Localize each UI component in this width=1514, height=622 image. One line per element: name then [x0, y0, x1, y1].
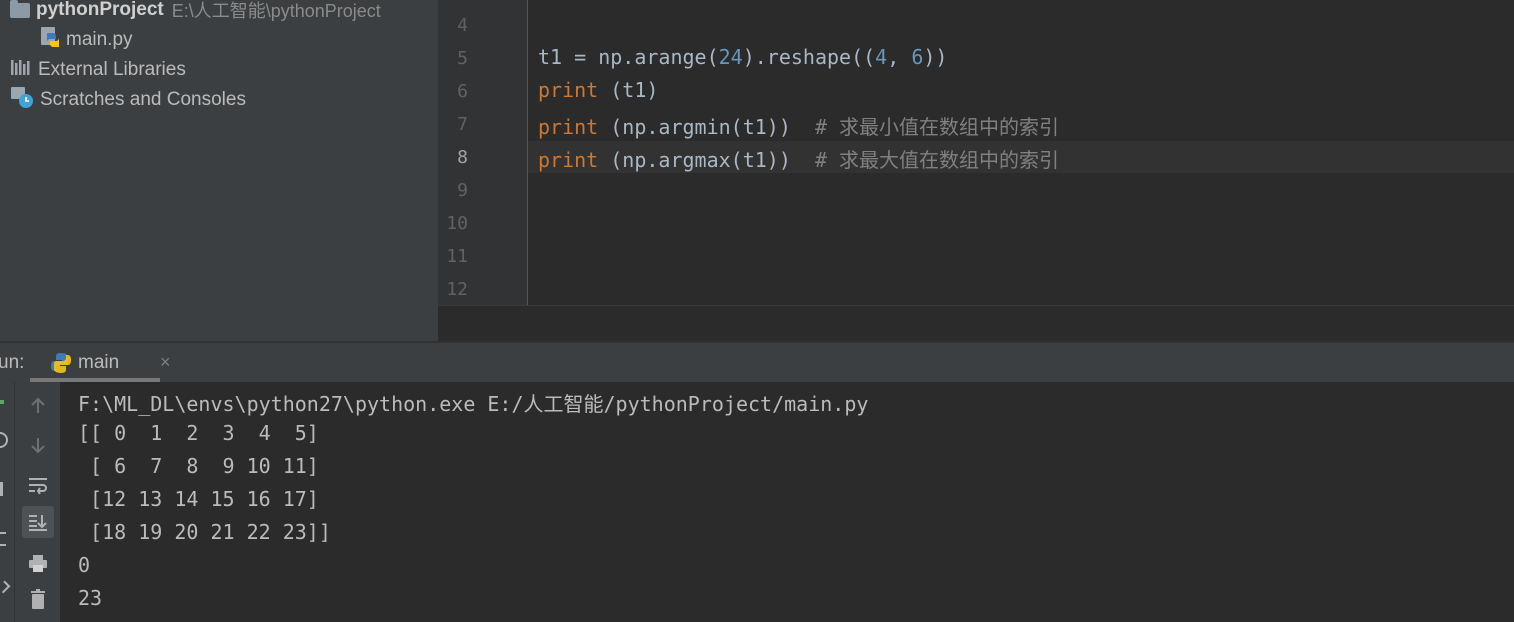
console-line: [18 19 20 21 22 23]] [78, 520, 331, 544]
line-number: 11 [446, 246, 468, 267]
line-number: 4 [457, 15, 468, 36]
code-comment: # 求最大值在数组中的索引 [814, 148, 1060, 172]
line-number: 6 [457, 81, 468, 102]
console-output[interactable]: F:\ML_DL\envs\python27\python.exe E:/人工智… [60, 382, 1514, 622]
code-editor[interactable]: 4 5 6 7 8 9 10 11 12 t1 = np.arange(24).… [438, 0, 1514, 305]
run-tab-label: main [78, 352, 120, 373]
run-tool-header: un: main × [0, 343, 1514, 383]
line-number: 5 [457, 48, 468, 69]
tree-item-label: Scratches and Consoles [40, 89, 246, 110]
code-comment: # 求最小值在数组中的索引 [814, 115, 1060, 139]
scratches-icon [10, 85, 34, 115]
code-line-7[interactable]: print (np.argmin(t1)) # 求最小值在数组中的索引 [538, 111, 1059, 140]
soft-wrap-icon[interactable] [22, 469, 54, 501]
tree-item-external-libraries[interactable]: External Libraries [10, 56, 186, 84]
console-line: 23 [78, 586, 103, 610]
console-line: [[ 0 1 2 3 4 5] [78, 421, 319, 445]
tree-root-row[interactable]: pythonProject E:\人工智能\pythonProject [10, 0, 381, 24]
print-icon[interactable] [22, 547, 54, 579]
pin-icon[interactable] [0, 580, 11, 594]
run-side-strip [0, 382, 15, 622]
down-arrow-icon[interactable] [22, 429, 54, 461]
line-number: 7 [457, 114, 468, 135]
code-line-6[interactable]: print (t1) [538, 78, 658, 102]
tree-item-label: main.py [66, 29, 133, 50]
editor-bottom-area [438, 305, 1514, 342]
trash-icon[interactable] [22, 583, 54, 615]
stop-icon[interactable] [0, 482, 3, 496]
console-line: [12 13 14 15 16 17] [78, 487, 319, 511]
libraries-icon [10, 58, 32, 82]
close-icon[interactable]: × [160, 352, 171, 373]
python-file-icon [40, 26, 60, 54]
run-tab-main[interactable]: main × [30, 343, 171, 382]
console-line: 0 [78, 553, 91, 577]
tree-item-scratches[interactable]: Scratches and Consoles [10, 86, 246, 114]
run-label: un: [0, 352, 25, 373]
scroll-to-end-icon[interactable] [22, 506, 54, 538]
code-line-8[interactable]: print (np.argmax(t1)) # 求最大值在数组中的索引 [538, 144, 1059, 173]
python-icon [50, 352, 72, 379]
layout-icon[interactable] [0, 532, 6, 546]
line-number: 10 [446, 213, 468, 234]
line-number: 12 [446, 279, 468, 300]
console-line: F:\ML_DL\envs\python27\python.exe E:/人工智… [78, 392, 869, 416]
project-path: E:\人工智能\pythonProject [171, 1, 381, 21]
line-number-current: 8 [457, 147, 468, 168]
project-name: pythonProject [36, 0, 164, 20]
up-arrow-icon[interactable] [22, 390, 54, 422]
tree-item-main-py[interactable]: main.py [40, 26, 133, 54]
run-status-icon [0, 400, 4, 404]
console-line: [ 6 7 8 9 10 11] [78, 454, 319, 478]
project-tree-panel: pythonProject E:\人工智能\pythonProject main… [0, 0, 438, 341]
line-number: 9 [457, 180, 468, 201]
rerun-icon[interactable] [0, 432, 8, 448]
tree-item-label: External Libraries [38, 59, 186, 80]
code-line-5[interactable]: t1 = np.arange(24).reshape((4, 6)) [538, 45, 947, 69]
folder-icon [10, 0, 30, 18]
